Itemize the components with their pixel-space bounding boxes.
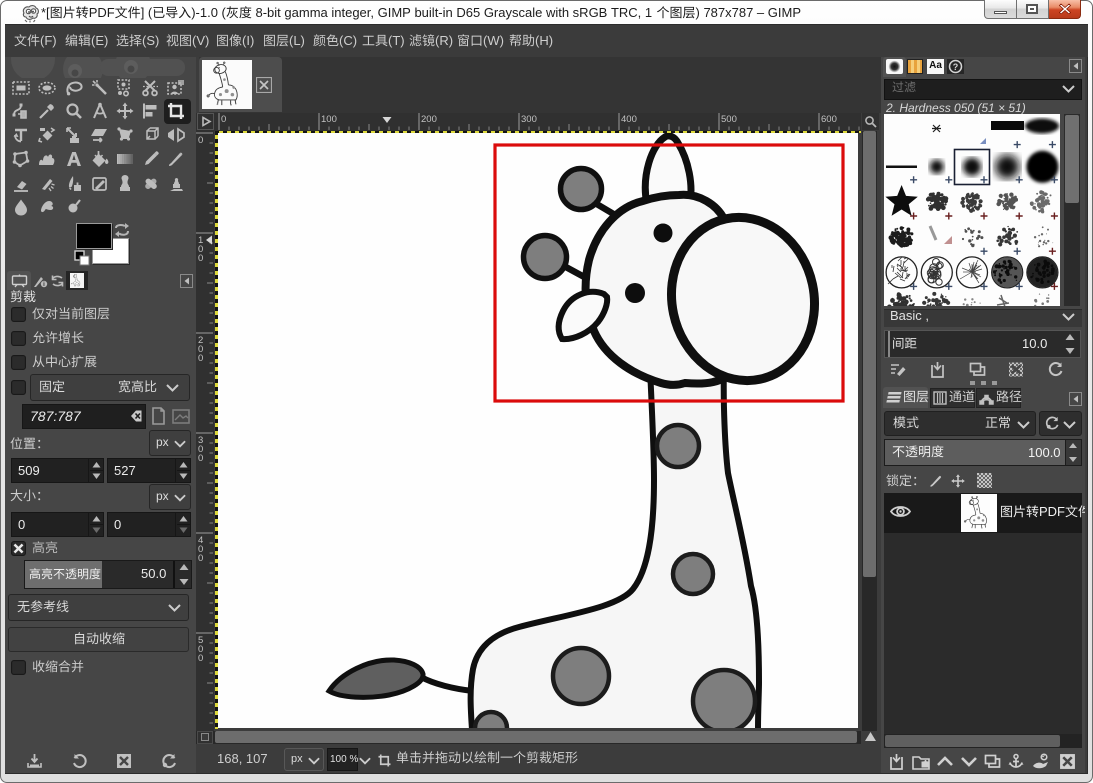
svg-text:Basic ,: Basic , [890,308,929,323]
svg-text:(S): (S) [142,33,159,48]
svg-text:0: 0 [198,353,203,364]
svg-text:500: 500 [721,114,737,125]
svg-text:*[: *[ [41,5,50,20]
svg-text:(I): (I) [242,33,254,48]
svg-text:8-bit gamma integer, GIMP buil: 8-bit gamma integer, GIMP built-in D65 G… [252,5,656,20]
svg-text:(T): (T) [388,33,405,48]
svg-text:0: 0 [221,114,226,125]
svg-text:400: 400 [621,114,637,125]
svg-text:(E): (E) [91,33,108,48]
svg-text:0: 0 [198,653,203,664]
svg-text:200: 200 [421,114,437,125]
svg-text:(C): (C) [339,33,357,48]
svg-text:PDF: PDF [89,5,115,20]
svg-text:PDF: PDF [1039,505,1065,519]
svg-text:600: 600 [821,114,837,125]
svg-text:(V): (V) [192,33,209,48]
svg-text:0: 0 [198,553,203,564]
svg-text:(H): (H) [535,33,553,48]
svg-text:0: 0 [198,135,203,146]
svg-text:(W): (W) [483,33,504,48]
svg-text:0: 0 [198,453,203,464]
svg-text:) 787x787 – GIMP: ) 787x787 – GIMP [696,5,802,20]
svg-text:(F): (F) [40,33,57,48]
svg-text:100: 100 [321,114,337,125]
svg-text:?: ? [953,62,959,72]
svg-text:(L): (L) [289,33,305,48]
svg-text:(R): (R) [435,33,453,48]
svg-text:] (: ] ( [141,5,153,20]
svg-text:)-1.0 (: )-1.0 ( [191,5,226,20]
svg-text:300: 300 [521,114,537,125]
svg-text:0: 0 [198,253,203,264]
